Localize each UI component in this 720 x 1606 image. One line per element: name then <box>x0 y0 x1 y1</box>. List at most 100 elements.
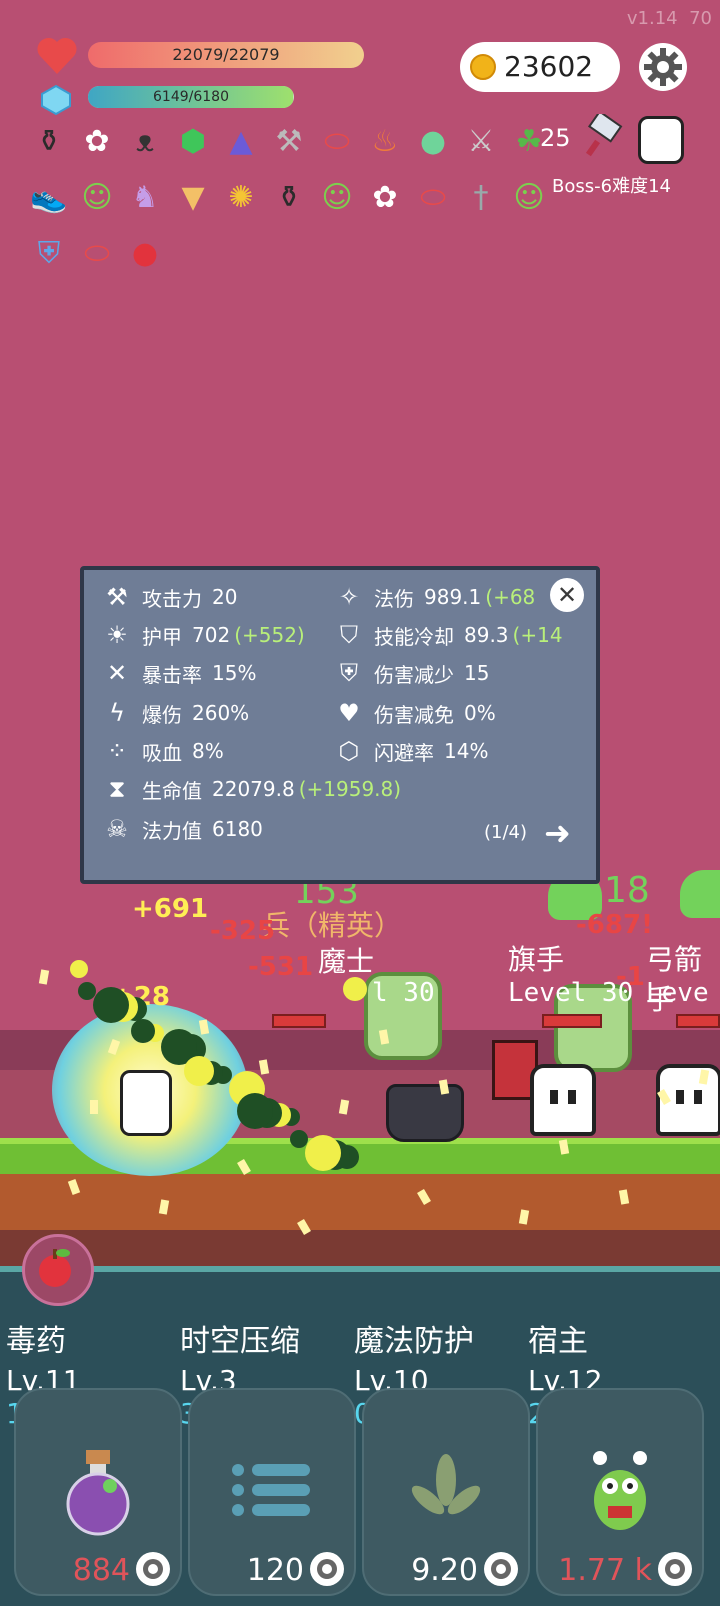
skill-card[interactable]: 120 <box>188 1388 356 1596</box>
skill-value: 120 <box>246 1553 304 1588</box>
stat-cooldown: ⛉ 技能冷却 89.3 (+14 <box>334 620 563 650</box>
axe-icon[interactable]: ⚔ <box>460 120 502 162</box>
boss-ghost-icon <box>638 116 684 164</box>
hammer-icon[interactable]: ⚒ <box>268 120 310 162</box>
bat-icon[interactable]: ᴥ <box>124 120 166 162</box>
unicorn-icon[interactable]: ♞ <box>124 176 166 218</box>
emerald-icon[interactable]: ⬢ <box>172 120 214 162</box>
poison-cloud <box>237 1093 273 1129</box>
stat-value: 8% <box>192 739 224 763</box>
hp-text: 22079/22079 <box>172 45 280 64</box>
flagbearer-enemy <box>530 1064 596 1136</box>
enemy-level-archer: Leve <box>646 978 709 1008</box>
poison-cloud <box>131 1019 155 1043</box>
stat-value: 15% <box>212 661 257 685</box>
lightning-icon: ϟ <box>109 699 125 727</box>
apple-icon[interactable]: ● <box>124 232 166 274</box>
next-page-arrow-icon[interactable]: ➜ <box>544 814 571 852</box>
skill-value: 884 <box>72 1553 130 1588</box>
sword-icon[interactable]: † <box>460 176 502 218</box>
skill-name: 毒药 <box>6 1324 66 1359</box>
stat-crit-damage: ϟ 爆伤 260% <box>102 698 249 728</box>
fire-icon[interactable]: ♨ <box>364 120 406 162</box>
horned-skull-icon: ☠ <box>106 815 128 843</box>
damage-number: -531 <box>248 952 314 982</box>
leaf-particle <box>90 1100 98 1114</box>
enemy-hp-bar <box>676 1014 720 1028</box>
shield-icon[interactable]: ⛨ <box>28 232 70 274</box>
pill-icon[interactable]: ⬭ <box>412 176 454 218</box>
cleaver-icon <box>586 114 623 157</box>
dirt-layer <box>0 1174 720 1230</box>
skill-card[interactable]: 1.77 k <box>536 1388 704 1596</box>
sun-icon: ☀ <box>106 621 128 649</box>
wizard-hat-icon[interactable]: ▲ <box>220 120 262 162</box>
poison-potion-icon <box>66 1450 130 1536</box>
stat-value: 6180 <box>212 817 263 841</box>
stat-hp: ⧗ 生命值 22079.8 (+1959.8) <box>102 774 402 804</box>
gear-icon[interactable] <box>308 1550 346 1588</box>
cauldron-enemy <box>386 1084 464 1142</box>
hexagon-icon: ⬡ <box>338 737 360 765</box>
stat-label: 攻击力 <box>142 586 202 611</box>
poison-cloud <box>343 977 367 1001</box>
settings-gear-icon[interactable] <box>638 42 688 92</box>
stat-label: 爆伤 <box>142 702 182 727</box>
leaf-particle <box>38 969 50 985</box>
heart-icon <box>37 37 77 74</box>
enemy-name-flagbearer: 旗手 <box>508 943 565 976</box>
shield-outline-icon: ⛉ <box>340 621 358 649</box>
stat-value: 22079.8 <box>212 777 295 801</box>
ice-cream-icon[interactable]: ▼ <box>172 176 214 218</box>
stats-panel: ⚒ 攻击力 20 ☀ 护甲 702 (+552) ✕ 暴击率 15% ϟ 爆伤 … <box>80 566 600 884</box>
axe-icon: ⚒ <box>106 583 128 611</box>
stat-lifesteal: ⁘ 吸血 8% <box>102 736 224 766</box>
leaf-icon <box>411 1454 481 1515</box>
monster-icon[interactable]: ☺ <box>316 176 358 218</box>
poison-cloud <box>290 1130 308 1148</box>
flower-icon[interactable]: ✿ <box>76 120 118 162</box>
pill-icon[interactable]: ⬭ <box>316 120 358 162</box>
stat-bonus: (+552) <box>234 623 305 647</box>
drops-circle-icon: ⁘ <box>106 737 128 765</box>
shoe-icon[interactable]: 👟 <box>28 176 70 218</box>
bishop-enemy-level: l 30 <box>372 978 435 1008</box>
player-character <box>120 1070 172 1136</box>
poison-cloud <box>78 982 96 1000</box>
stat-value: 702 <box>192 623 231 647</box>
list-icon <box>232 1464 310 1516</box>
skill-name: 宿主 <box>528 1324 588 1359</box>
stat-label: 伤害减免 <box>374 702 454 727</box>
enemy-level-flagbearer: Level 30 <box>508 978 634 1008</box>
stat-bonus: (+68 <box>485 585 536 609</box>
pill-icon[interactable]: ⬭ <box>76 232 118 274</box>
close-button[interactable]: ✕ <box>550 578 584 612</box>
green-bulb-icon[interactable]: ● <box>412 120 454 162</box>
enemy-hp-bar <box>272 1014 326 1028</box>
damage-number: -687! <box>576 910 653 940</box>
coin-icon <box>470 54 496 80</box>
skill-value: 9.20 <box>411 1553 478 1588</box>
version-label: v1.14 70 <box>626 8 712 29</box>
monster-icon[interactable]: ☺ <box>508 176 550 218</box>
apple-item-button[interactable] <box>22 1234 94 1306</box>
cauldron-icon[interactable]: ⚱ <box>268 176 310 218</box>
page-indicator: (1/4) <box>484 822 528 843</box>
monster-icon[interactable]: ☺ <box>76 176 118 218</box>
flower-icon[interactable]: ✿ <box>364 176 406 218</box>
magic-wand-icon: ✧ <box>338 583 360 611</box>
bishop-enemy-name: 魔士 <box>318 945 375 978</box>
stat-label: 闪避率 <box>374 740 434 765</box>
stat-value: 89.3 <box>464 623 509 647</box>
skill-card[interactable]: 9.20 <box>362 1388 530 1596</box>
sun-icon[interactable]: ✺ <box>220 176 262 218</box>
gear-icon[interactable] <box>134 1550 172 1588</box>
stat-label: 技能冷却 <box>374 624 454 649</box>
gear-icon[interactable] <box>656 1550 694 1588</box>
skill-card[interactable]: 884 <box>14 1388 182 1596</box>
cauldron-icon[interactable]: ⚱ <box>28 120 70 162</box>
hp-bar: 22079/22079 <box>88 42 364 68</box>
gear-icon[interactable] <box>482 1550 520 1588</box>
mp-text: 6149/6180 <box>153 89 229 105</box>
stat-attack: ⚒ 攻击力 20 <box>102 582 237 612</box>
